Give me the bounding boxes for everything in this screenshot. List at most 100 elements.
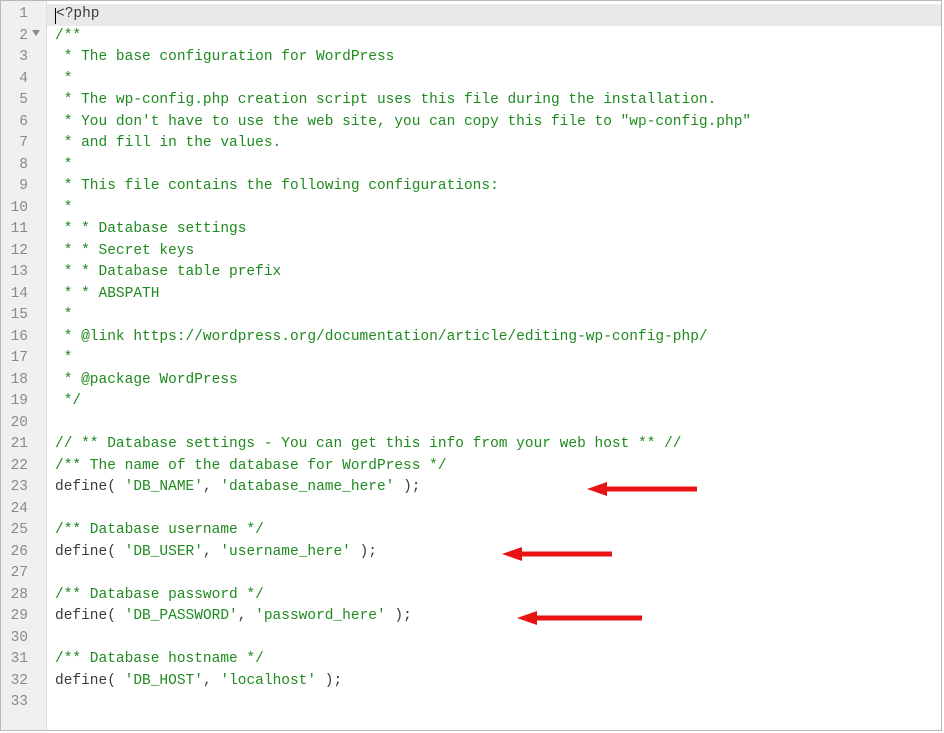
line-number: 22 [1,456,38,478]
code-token: ( [107,673,124,689]
line-number: 21 [1,434,38,456]
line-number: 15 [1,305,38,327]
code-line[interactable]: define( 'DB_USER', 'username_here' ); [55,542,941,564]
code-token: , [238,608,255,624]
line-number: 24 [1,499,38,521]
code-token: ( [107,479,124,495]
code-line[interactable]: * [55,198,941,220]
code-line[interactable]: * You don't have to use the web site, yo… [55,112,941,134]
code-line[interactable]: /** [55,26,941,48]
code-token: <?php [56,6,100,22]
code-token: * * Database table prefix [55,264,281,280]
code-line[interactable]: * [55,305,941,327]
code-token: * @package WordPress [55,372,238,388]
code-token: /** The name of the database for WordPre… [55,458,447,474]
code-token: ); [351,544,377,560]
code-token: 'localhost' [220,673,316,689]
code-line[interactable]: /** Database username */ [55,520,941,542]
code-token: * You don't have to use the web site, yo… [55,114,751,130]
line-number: 4 [1,69,38,91]
code-token: define [55,544,107,560]
line-number: 32 [1,671,38,693]
code-token: ); [386,608,412,624]
code-area[interactable]: <?php /** * The base configuration for Wo… [47,1,941,730]
code-line[interactable]: * This file contains the following confi… [55,176,941,198]
code-token: * The base configuration for WordPress [55,49,394,65]
code-line[interactable]: /** Database password */ [55,585,941,607]
code-line[interactable] [55,692,941,714]
fold-icon[interactable] [32,30,40,36]
code-line[interactable] [55,499,941,521]
line-number-gutter: 1234567891011121314151617181920212223242… [1,1,47,730]
code-token: ( [107,544,124,560]
code-line[interactable]: * @link https://wordpress.org/documentat… [55,327,941,349]
code-line[interactable]: /** The name of the database for WordPre… [55,456,941,478]
code-line[interactable]: * * ABSPATH [55,284,941,306]
line-number: 17 [1,348,38,370]
code-token: * * ABSPATH [55,286,159,302]
line-number: 3 [1,47,38,69]
code-token: 'username_here' [220,544,351,560]
code-token: ); [394,479,420,495]
code-token: 'DB_NAME' [125,479,203,495]
line-number: 8 [1,155,38,177]
code-token: * This file contains the following confi… [55,178,499,194]
line-number: 6 [1,112,38,134]
line-number: 26 [1,542,38,564]
code-line[interactable]: * [55,155,941,177]
code-line[interactable]: define( 'DB_PASSWORD', 'password_here' )… [55,606,941,628]
code-token: 'DB_HOST' [125,673,203,689]
code-token: * [55,200,72,216]
code-line[interactable]: * * Database settings [55,219,941,241]
line-number: 23 [1,477,38,499]
code-token: ( [107,608,124,624]
code-line[interactable]: /** Database hostname */ [55,649,941,671]
code-token: 'database_name_here' [220,479,394,495]
line-number: 13 [1,262,38,284]
line-number: 20 [1,413,38,435]
line-number: 10 [1,198,38,220]
line-number: 19 [1,391,38,413]
code-line[interactable]: define( 'DB_HOST', 'localhost' ); [55,671,941,693]
code-line[interactable] [55,628,941,650]
code-editor[interactable]: 1234567891011121314151617181920212223242… [0,0,942,731]
code-line[interactable]: * and fill in the values. [55,133,941,155]
code-line[interactable]: * The base configuration for WordPress [55,47,941,69]
code-token: define [55,608,107,624]
code-line[interactable]: define( 'DB_NAME', 'database_name_here' … [55,477,941,499]
code-token: define [55,479,107,495]
code-token: * [55,157,72,173]
line-number: 11 [1,219,38,241]
code-token: * [55,350,72,366]
code-line[interactable]: * [55,348,941,370]
code-line[interactable]: * [55,69,941,91]
code-token: 'DB_USER' [125,544,203,560]
code-line[interactable] [55,413,941,435]
line-number: 9 [1,176,38,198]
code-line[interactable]: * * Database table prefix [55,262,941,284]
line-number: 33 [1,692,38,714]
code-token: , [203,673,220,689]
code-token: /** Database username */ [55,522,264,538]
code-token: * * Secret keys [55,243,194,259]
code-line[interactable]: * The wp-config.php creation script uses… [55,90,941,112]
code-token: /** Database password */ [55,587,264,603]
code-line[interactable]: // ** Database settings - You can get th… [55,434,941,456]
code-token: , [203,544,220,560]
line-number: 14 [1,284,38,306]
line-number: 5 [1,90,38,112]
line-number: 7 [1,133,38,155]
code-token: * @link https://wordpress.org/documentat… [55,329,708,345]
code-line[interactable]: <?php [55,4,941,26]
code-token: * [55,71,72,87]
code-token: /** [55,28,81,44]
line-number: 12 [1,241,38,263]
code-line[interactable]: */ [55,391,941,413]
line-number: 31 [1,649,38,671]
code-token: * The wp-config.php creation script uses… [55,92,716,108]
line-number: 28 [1,585,38,607]
code-line[interactable] [55,563,941,585]
line-number: 1 [1,4,38,26]
code-line[interactable]: * * Secret keys [55,241,941,263]
code-line[interactable]: * @package WordPress [55,370,941,392]
